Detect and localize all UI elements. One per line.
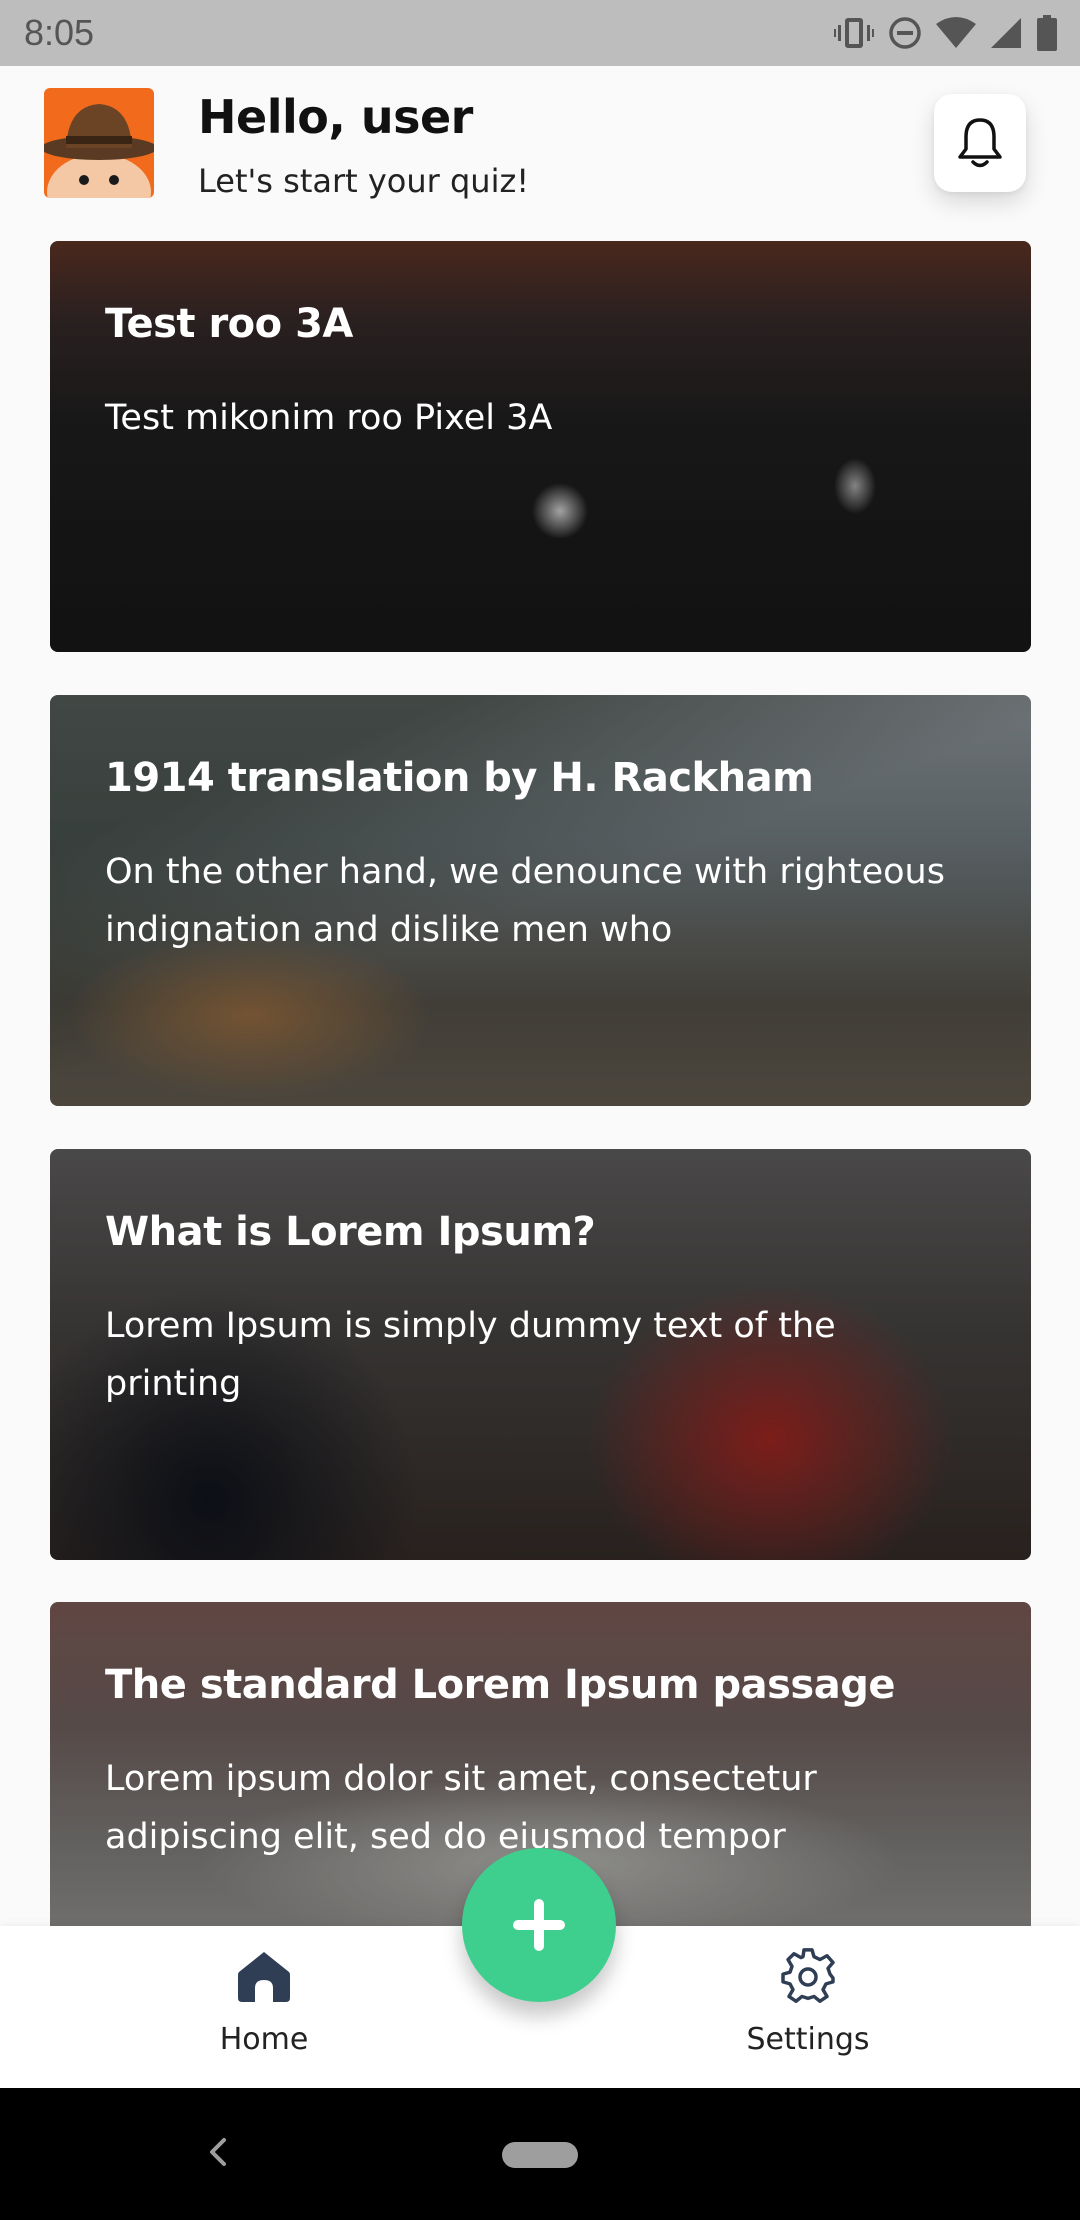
- home-icon: [238, 1952, 290, 2002]
- vibrate-icon: [834, 16, 874, 50]
- home-pill-button[interactable]: [502, 2142, 578, 2168]
- gear-icon: [781, 1948, 835, 2003]
- bell-icon: [958, 118, 1002, 168]
- nav-item-settings[interactable]: Settings: [688, 1948, 928, 2057]
- back-icon[interactable]: [206, 2132, 230, 2176]
- quiz-home-screen: 8:05 Hello, user Let's start your quiz! …: [0, 0, 1080, 2220]
- signal-icon: [990, 17, 1022, 49]
- quiz-card-title: The standard Lorem Ipsum passage: [105, 1662, 895, 1708]
- quiz-card-title: 1914 translation by H. Rackham: [105, 755, 814, 801]
- status-time: 8:05: [24, 12, 95, 53]
- quiz-card-description: Test mikonim roo Pixel 3A: [105, 398, 553, 438]
- avatar[interactable]: [44, 88, 154, 198]
- do-not-disturb-icon: [888, 16, 922, 50]
- quiz-card-description: Lorem Ipsum is simply dummy text of the …: [105, 1306, 836, 1404]
- greeting-title: Hello, user: [198, 90, 473, 144]
- quiz-card-title: Test roo 3A: [105, 301, 353, 347]
- add-quiz-button[interactable]: [462, 1848, 616, 2002]
- quiz-card-description: On the other hand, we denounce with righ…: [105, 852, 945, 950]
- quiz-card-title: What is Lorem Ipsum?: [105, 1209, 596, 1255]
- avatar-character-icon: [44, 88, 154, 198]
- quiz-card[interactable]: What is Lorem Ipsum? Lorem Ipsum is simp…: [50, 1149, 1031, 1560]
- status-bar: 8:05: [0, 0, 1080, 66]
- quiz-card[interactable]: Test roo 3A Test mikonim roo Pixel 3A: [50, 241, 1031, 652]
- nav-label-home: Home: [219, 2022, 309, 2057]
- nav-item-home[interactable]: Home: [144, 1948, 384, 2057]
- nav-label-settings: Settings: [746, 2022, 870, 2057]
- wifi-icon: [936, 17, 976, 49]
- status-icons: [834, 15, 1058, 51]
- quiz-card[interactable]: 1914 translation by H. Rackham On the ot…: [50, 695, 1031, 1106]
- plus-icon: [513, 1899, 565, 1951]
- system-navigation-bar: [0, 2088, 1080, 2220]
- battery-icon: [1036, 15, 1058, 51]
- notifications-button[interactable]: [934, 94, 1026, 192]
- greeting-subtitle: Let's start your quiz!: [198, 162, 530, 200]
- header: Hello, user Let's start your quiz!: [0, 66, 1080, 236]
